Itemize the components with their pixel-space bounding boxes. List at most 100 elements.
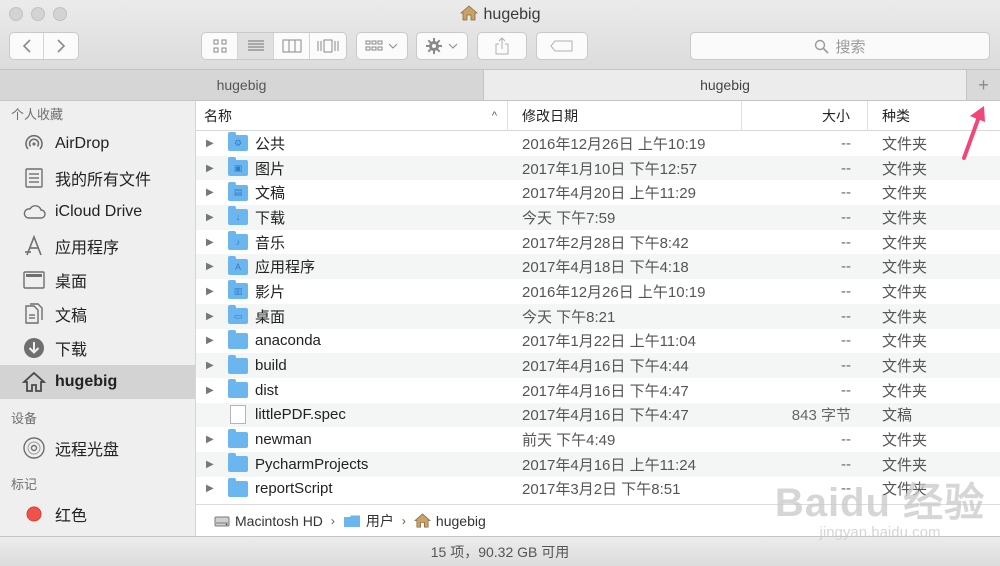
sidebar-item-remote-disc[interactable]: 远程光盘 xyxy=(0,431,195,465)
gear-icon xyxy=(426,38,458,54)
sidebar-item-all-files[interactable]: 我的所有文件 xyxy=(0,161,195,195)
sidebar-item-documents[interactable]: 文稿 xyxy=(0,297,195,331)
sidebar-item-label: 文稿 xyxy=(55,308,88,325)
cell-kind: 文稿 xyxy=(882,407,913,425)
folder-icon xyxy=(228,354,248,374)
table-row[interactable]: ▶ ⚙ 公共 2016年12月26日 上午10:19 -- 文件夹 xyxy=(196,131,1000,156)
sidebar-item-red-tag[interactable]: 红色 xyxy=(0,497,195,531)
file-name: 下载 xyxy=(255,209,286,227)
list-view-button[interactable] xyxy=(238,33,274,59)
table-row[interactable]: littlePDF.spec 2017年4月16日 下午4:47 843 字节 文稿 xyxy=(196,402,1000,428)
table-row[interactable]: ▶ ▭ 桌面 今天 下午8:21 -- 文件夹 xyxy=(196,303,1000,329)
arrange-button-group xyxy=(356,32,408,60)
action-button[interactable] xyxy=(417,33,467,59)
sidebar-item-applications[interactable]: 应用程序 xyxy=(0,229,195,263)
disclosure-triangle-icon[interactable]: ▶ xyxy=(206,311,218,322)
path-separator: › xyxy=(401,513,406,528)
disclosure-triangle-icon[interactable]: ▶ xyxy=(206,212,218,223)
toolbar: hugebig 搜索 xyxy=(0,0,1000,70)
sidebar-item-hugebig[interactable]: hugebig xyxy=(0,365,195,399)
table-row[interactable]: ▶ ♪ 音乐 2017年2月28日 下午8:42 -- 文件夹 xyxy=(196,230,1000,255)
table-row[interactable]: ▶ reportScript 2017年3月2日 下午8:51 -- 文件夹 xyxy=(196,477,1000,502)
disclosure-triangle-icon[interactable]: ▶ xyxy=(206,237,218,248)
column-headers: 名称 ^ 修改日期 大小 种类 xyxy=(196,101,1000,131)
sidebar-item-desktop[interactable]: 桌面 xyxy=(0,263,195,297)
disclosure-triangle-icon[interactable]: ▶ xyxy=(206,483,218,494)
table-row[interactable]: ▶ build 2017年4月16日 下午4:44 -- 文件夹 xyxy=(196,353,1000,378)
cell-kind: 文件夹 xyxy=(882,456,928,474)
column-header-name[interactable]: 名称 ^ xyxy=(196,101,508,130)
file-name: anaconda xyxy=(255,332,321,350)
disclosure-triangle-icon[interactable]: ▶ xyxy=(206,459,218,470)
file-name: 应用程序 xyxy=(255,259,316,277)
disclosure-triangle-icon[interactable]: ▶ xyxy=(206,286,218,297)
sidebar-item-icloud-drive[interactable]: iCloud Drive xyxy=(0,195,195,229)
column-header-date[interactable]: 修改日期 xyxy=(508,101,742,130)
folder-glyph: A xyxy=(234,261,241,272)
table-row[interactable]: ▶ A 应用程序 2017年4月18日 下午4:18 -- 文件夹 xyxy=(196,254,1000,280)
sidebar-item-label: iCloud Drive xyxy=(55,203,143,220)
search-field[interactable]: 搜索 xyxy=(690,32,990,60)
disclosure-triangle-icon[interactable]: ▶ xyxy=(206,385,218,396)
back-button[interactable] xyxy=(10,33,44,59)
path-segment-users[interactable]: 用户 xyxy=(343,511,394,531)
cell-kind: 文件夹 xyxy=(882,382,928,400)
disclosure-triangle-icon[interactable]: ▶ xyxy=(206,434,218,445)
table-row[interactable]: ▶ ▣ 图片 2017年1月10日 下午12:57 -- 文件夹 xyxy=(196,155,1000,181)
disclosure-triangle-icon[interactable]: ▶ xyxy=(206,261,218,272)
search-icon xyxy=(814,39,830,54)
path-segment-hugebig[interactable]: hugebig xyxy=(413,513,486,529)
file-rows: ▶ ⚙ 公共 2016年12月26日 上午10:19 -- 文件夹 ▶ ▣ 图片 2017年1月1… xyxy=(196,131,1000,501)
table-row[interactable]: ▶ ▥ 影片 2016年12月26日 上午10:19 -- 文件夹 xyxy=(196,279,1000,304)
cell-name: ▶ ▭ 桌面 xyxy=(196,305,508,327)
cell-name: ▶ A 应用程序 xyxy=(196,255,508,277)
column-header-size[interactable]: 大小 xyxy=(742,101,868,130)
gallery-view-button[interactable] xyxy=(310,33,346,59)
disclosure-triangle-icon[interactable]: ▶ xyxy=(206,163,218,174)
edit-tags-button[interactable] xyxy=(537,33,587,59)
path-segment-macintosh-hd[interactable]: Macintosh HD xyxy=(214,513,323,529)
cell-kind: 文件夹 xyxy=(882,333,928,351)
sidebar-item-airdrop[interactable]: AirDrop xyxy=(0,127,195,161)
file-name: 桌面 xyxy=(255,308,286,326)
cell-size: -- xyxy=(841,184,851,202)
disclosure-triangle-icon[interactable]: ▶ xyxy=(206,360,218,371)
cell-size: -- xyxy=(841,258,851,276)
column-view-button[interactable] xyxy=(274,33,310,59)
folder-glyph: ↓ xyxy=(235,212,241,223)
arrange-button[interactable] xyxy=(357,33,407,59)
disclosure-triangle-icon[interactable]: ▶ xyxy=(206,138,218,149)
table-row[interactable]: ▶ newman 前天 下午4:49 -- 文件夹 xyxy=(196,427,1000,452)
cell-size: -- xyxy=(841,381,851,399)
cell-size: -- xyxy=(841,357,851,375)
sidebar-item-downloads[interactable]: 下载 xyxy=(0,331,195,365)
cell-size: -- xyxy=(841,307,851,325)
sidebar-item-label: 远程光盘 xyxy=(55,442,120,459)
cell-date: 2017年4月16日 上午11:24 xyxy=(522,456,696,474)
sidebar-section-tags: 标记 xyxy=(11,477,38,492)
forward-button[interactable] xyxy=(44,33,78,59)
file-list: 名称 ^ 修改日期 大小 种类 ▶ ⚙ 公共 2016年12月26日 上午10:19 -… xyxy=(196,101,1000,504)
path-segment-label: Macintosh HD xyxy=(235,512,323,529)
share-button[interactable] xyxy=(478,33,526,59)
file-name: dist xyxy=(255,381,279,399)
folder-icon: ▣ xyxy=(228,157,248,177)
table-row[interactable]: ▶ ▤ 文稿 2017年4月20日 上午11:29 -- 文件夹 xyxy=(196,180,1000,205)
folder-icon xyxy=(228,453,248,473)
table-row[interactable]: ▶ anaconda 2017年1月22日 上午11:04 -- 文件夹 xyxy=(196,329,1000,354)
folder-glyph: ▥ xyxy=(233,285,243,296)
table-row[interactable]: ▶ ↓ 下载 今天 下午7:59 -- 文件夹 xyxy=(196,205,1000,230)
disclosure-triangle-icon[interactable]: ▶ xyxy=(206,187,218,198)
icon-view-button[interactable] xyxy=(202,33,238,59)
disc-icon xyxy=(22,436,46,460)
cell-date: 2017年3月2日 下午8:51 xyxy=(522,481,681,499)
tab-hugebig-2[interactable]: hugebig xyxy=(484,70,967,100)
folder-glyph: ▤ xyxy=(233,187,243,198)
table-row[interactable]: ▶ dist 2017年4月16日 下午4:47 -- 文件夹 xyxy=(196,378,1000,403)
folder-glyph xyxy=(228,382,248,398)
table-row[interactable]: ▶ PycharmProjects 2017年4月16日 上午11:24 -- 文件夹 xyxy=(196,451,1000,477)
tab-hugebig-1[interactable]: hugebig xyxy=(0,70,484,100)
sidebar-item-label: AirDrop xyxy=(55,135,110,152)
new-tab-button[interactable]: + xyxy=(967,70,1000,100)
disclosure-triangle-icon[interactable]: ▶ xyxy=(206,335,218,346)
